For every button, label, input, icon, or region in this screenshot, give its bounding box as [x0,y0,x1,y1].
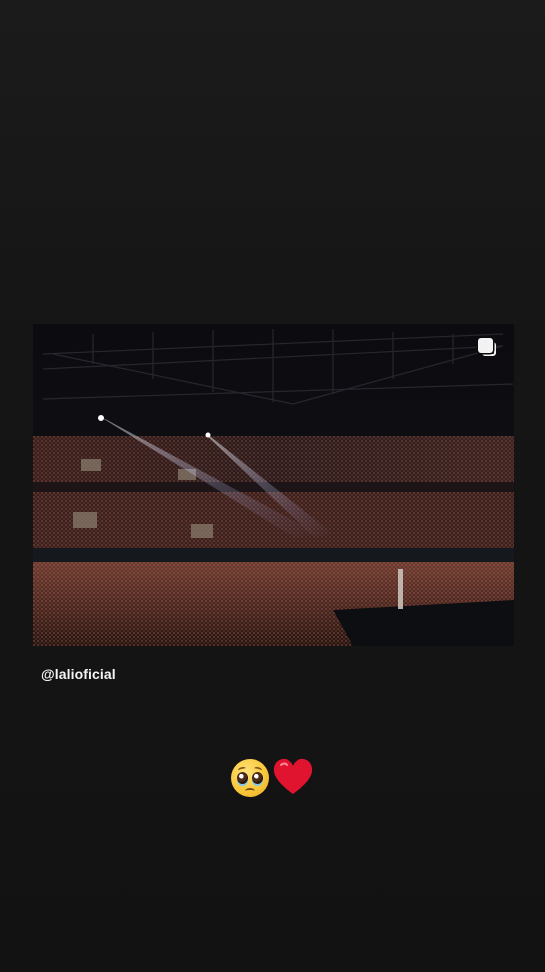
mention-tag[interactable]: @lalioficial [41,666,116,682]
multiple-posts-icon [478,338,500,360]
emoji-stickers [228,755,318,801]
pleading-face-icon [231,759,269,797]
red-heart-icon [273,758,313,794]
concert-arena-photo [33,324,514,646]
story-viewer: @lalioficial [0,0,545,972]
shared-post-image[interactable] [33,324,514,646]
